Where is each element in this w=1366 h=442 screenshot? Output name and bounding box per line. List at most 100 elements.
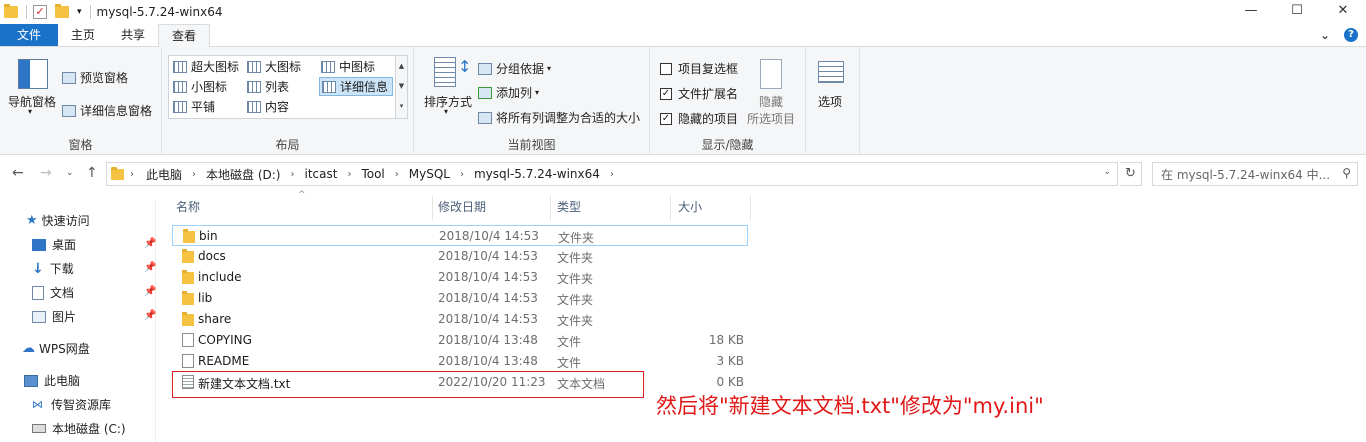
hidden-items-toggle[interactable]: ✓ 隐藏的项目: [660, 110, 738, 127]
search-icon[interactable]: ⚲: [1342, 166, 1351, 180]
customize-toolbar-icon[interactable]: ▾: [77, 7, 82, 17]
nav-desktop[interactable]: 桌面: [32, 236, 76, 253]
properties-icon[interactable]: ✓: [33, 5, 47, 19]
nav-quick-access[interactable]: ★ 快速访问: [26, 212, 90, 229]
layout-small-icons[interactable]: 小图标: [171, 77, 245, 96]
preview-pane-label: 预览窗格: [80, 71, 129, 85]
more-layouts-icon[interactable]: ▾: [396, 96, 407, 116]
nav-downloads[interactable]: ↓ 下载: [32, 260, 74, 277]
scroll-up-icon[interactable]: ▲: [396, 56, 407, 76]
column-divider[interactable]: [550, 196, 551, 220]
breadcrumb-item[interactable]: MySQL: [409, 167, 450, 181]
hidden-items-checkbox[interactable]: ✓: [660, 112, 672, 125]
new-folder-icon[interactable]: [55, 4, 69, 18]
expand-ribbon-icon[interactable]: ⌄: [1320, 28, 1330, 42]
pin-icon[interactable]: 📌: [144, 310, 156, 321]
table-row[interactable]: include 2018/10/4 14:53 文件夹: [172, 267, 748, 288]
table-row[interactable]: COPYING 2018/10/4 13:48 文件 18 KB: [172, 330, 748, 351]
table-row[interactable]: bin 2018/10/4 14:53 文件夹: [172, 225, 748, 246]
nav-wps-cloud[interactable]: ☁ WPS网盘: [22, 340, 90, 357]
layout-large-icons[interactable]: 大图标: [245, 57, 317, 76]
options-button[interactable]: 选项: [818, 93, 842, 110]
search-input[interactable]: 在 mysql-5.7.24-winx64 中... ⚲: [1152, 162, 1358, 186]
pin-icon[interactable]: 📌: [144, 286, 156, 297]
recent-locations-icon[interactable]: ⌄: [66, 168, 74, 178]
layout-list[interactable]: 列表: [245, 77, 317, 96]
chevron-right-icon[interactable]: ›: [290, 169, 294, 180]
nav-pictures[interactable]: 图片: [32, 308, 76, 325]
add-columns-button[interactable]: 添加列 ▾: [478, 84, 539, 101]
chevron-right-icon[interactable]: ›: [395, 169, 399, 180]
search-placeholder: 在 mysql-5.7.24-winx64 中...: [1161, 167, 1331, 182]
tab-home[interactable]: 主页: [58, 24, 108, 46]
nav-documents[interactable]: 文档: [32, 284, 74, 301]
nav-this-pc[interactable]: 此电脑: [24, 372, 80, 389]
chevron-down-icon[interactable]: ▾: [28, 107, 32, 116]
tab-view[interactable]: 查看: [158, 24, 211, 48]
group-by-button[interactable]: 分组依据 ▾: [478, 60, 551, 77]
column-header-size[interactable]: 大小: [678, 196, 702, 220]
chevron-right-icon[interactable]: ›: [192, 169, 196, 180]
chevron-right-icon[interactable]: ›: [610, 169, 614, 180]
layout-details[interactable]: 详细信息: [319, 77, 393, 96]
layout-extra-large-icons[interactable]: 超大图标: [171, 57, 245, 76]
file-extensions-toggle[interactable]: ✓ 文件扩展名: [660, 85, 738, 102]
close-button[interactable]: ✕: [1320, 0, 1366, 24]
forward-arrow-icon[interactable]: →: [40, 165, 52, 181]
chevron-down-icon[interactable]: ▾: [444, 107, 448, 116]
address-bar[interactable]: › 此电脑 › 本地磁盘 (D:) › itcast › Tool › MySQL › m…: [106, 162, 1118, 186]
breadcrumb-item[interactable]: 本地磁盘 (D:): [206, 166, 280, 183]
table-row[interactable]: lib 2018/10/4 14:53 文件夹: [172, 288, 748, 309]
chevron-down-icon: ▾: [547, 64, 552, 73]
details-pane-button[interactable]: 详细信息窗格: [62, 102, 152, 119]
layout-tiles[interactable]: 平铺: [171, 97, 245, 116]
file-date: 2018/10/4 14:53: [438, 270, 538, 284]
back-arrow-icon[interactable]: ←: [12, 165, 24, 181]
breadcrumb-item[interactable]: itcast: [304, 167, 337, 181]
breadcrumb-item[interactable]: 此电脑: [146, 166, 182, 183]
up-arrow-icon[interactable]: ↑: [86, 165, 98, 181]
ribbon-tabs: 文件 主页 共享 查看 ⌄ ?: [0, 24, 1366, 48]
tiles-icon: [173, 100, 187, 113]
layout-medium-icons[interactable]: 中图标: [319, 57, 393, 76]
table-row[interactable]: share 2018/10/4 14:53 文件夹: [172, 309, 748, 330]
tab-share[interactable]: 共享: [108, 24, 158, 46]
scroll-down-icon[interactable]: ▼: [396, 76, 407, 96]
column-header-type[interactable]: 类型: [557, 196, 581, 220]
layout-label: 大图标: [265, 60, 302, 74]
item-checkboxes-toggle[interactable]: 项目复选框: [660, 60, 738, 77]
pin-icon[interactable]: 📌: [144, 238, 156, 249]
hide-selected-label: 所选项目: [747, 112, 796, 126]
table-row[interactable]: docs 2018/10/4 14:53 文件夹: [172, 246, 748, 267]
address-row: ← → ⌄ ↑ › 此电脑 › 本地磁盘 (D:) › itcast › Tool › …: [0, 159, 1366, 189]
chevron-right-icon[interactable]: ›: [460, 169, 464, 180]
file-extensions-checkbox[interactable]: ✓: [660, 87, 672, 100]
hide-selected-button[interactable]: 隐藏: [759, 93, 783, 110]
column-header-name[interactable]: 名称: [176, 196, 200, 220]
item-checkboxes-checkbox[interactable]: [660, 62, 672, 75]
nav-local-disk-c[interactable]: 本地磁盘 (C:): [32, 420, 126, 437]
layout-gallery-scroll[interactable]: ▲ ▼ ▾: [395, 56, 407, 118]
help-icon[interactable]: ?: [1344, 28, 1358, 42]
chevron-right-icon[interactable]: ›: [130, 169, 134, 180]
fit-columns-button[interactable]: 将所有列调整为合适的大小: [478, 109, 640, 126]
column-header-date[interactable]: 修改日期: [438, 196, 486, 220]
nav-chuanzhi-library[interactable]: ⋈ 传智资源库: [32, 396, 111, 413]
breadcrumb-item[interactable]: Tool: [361, 167, 384, 181]
column-divider[interactable]: [750, 196, 751, 220]
tab-file[interactable]: 文件: [0, 24, 58, 46]
preview-pane-button[interactable]: 预览窗格: [62, 69, 128, 86]
column-divider[interactable]: [432, 196, 433, 220]
column-divider[interactable]: [670, 196, 671, 220]
file-size: 18 KB: [708, 333, 744, 347]
chevron-down-icon[interactable]: ⌄: [1103, 167, 1111, 177]
table-row[interactable]: README 2018/10/4 13:48 文件 3 KB: [172, 351, 748, 372]
pin-icon[interactable]: 📌: [144, 262, 156, 273]
refresh-icon[interactable]: ↻: [1120, 162, 1142, 186]
layout-content[interactable]: 内容: [245, 97, 317, 116]
minimize-button[interactable]: —: [1228, 0, 1274, 24]
maximize-button[interactable]: ☐: [1274, 0, 1320, 24]
chevron-right-icon[interactable]: ›: [347, 169, 351, 180]
file-date: 2018/10/4 14:53: [439, 229, 539, 243]
breadcrumb-item[interactable]: mysql-5.7.24-winx64: [474, 167, 600, 181]
